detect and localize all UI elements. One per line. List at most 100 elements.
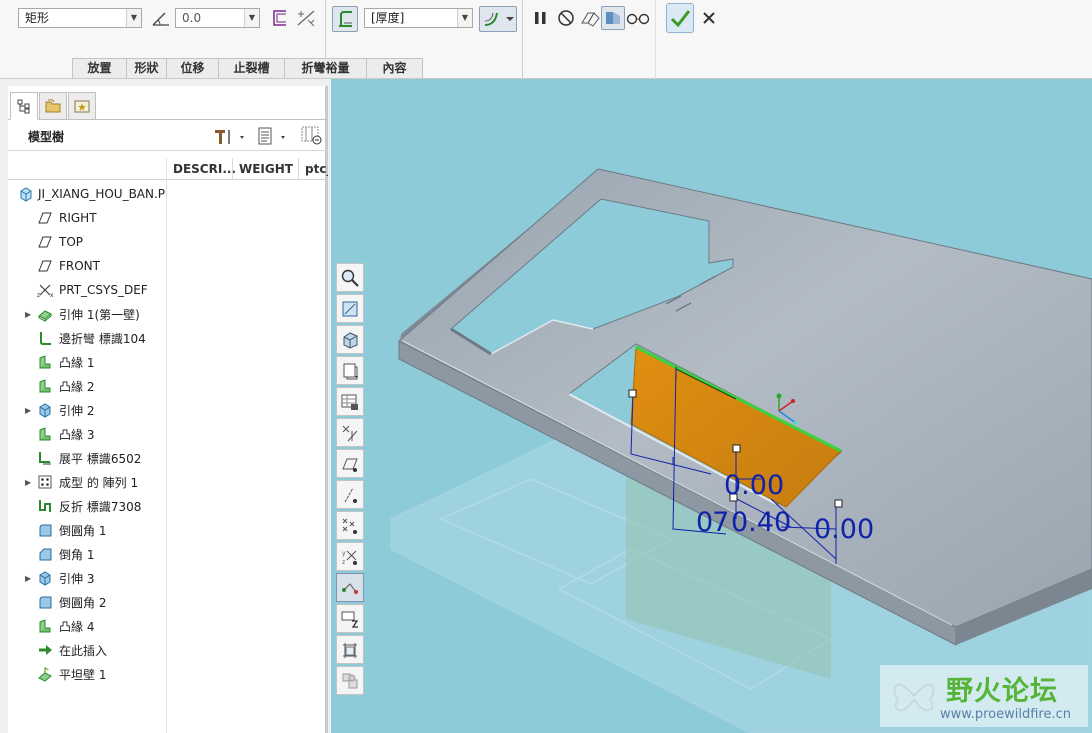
verify-mode-icon[interactable]	[601, 6, 625, 30]
tree-item[interactable]: RIGHT	[8, 206, 166, 230]
extrude-wall-icon	[37, 306, 53, 322]
angle-input[interactable]: 0.0 ▼	[175, 8, 260, 28]
tree-item[interactable]: z x PRT_CSYS_DEF	[8, 278, 166, 302]
flange-icon	[37, 426, 53, 442]
tree-filter-button[interactable]	[300, 125, 324, 147]
graphics-window[interactable]: 0.00 07 0.40 0.00	[331, 79, 1092, 733]
extrude-icon	[37, 402, 53, 418]
dimension-value[interactable]: 0.40	[731, 509, 791, 536]
tree-item[interactable]: 展平 標識6502	[8, 446, 166, 470]
tree-item-label: 展平 標識6502	[59, 451, 142, 466]
folder-browser-tab[interactable]	[39, 92, 67, 120]
list-document-icon	[258, 127, 285, 145]
tree-item[interactable]: 在此插入	[8, 638, 166, 662]
bend-radius-option-icon[interactable]	[479, 6, 517, 32]
glasses-preview-icon[interactable]	[626, 6, 650, 30]
chevron-down-icon[interactable]: ▼	[457, 9, 472, 27]
shape-select[interactable]: 矩形 ▼	[18, 8, 142, 28]
tab-placement[interactable]: 放置	[72, 58, 127, 78]
navigator-tabs	[8, 92, 328, 120]
tree-settings-button[interactable]	[212, 126, 248, 146]
tree-item[interactable]: 凸緣 3	[8, 422, 166, 446]
point-display-icon[interactable]	[336, 511, 364, 540]
plane-display-icon[interactable]	[336, 449, 364, 478]
expand-arrow-icon[interactable]: ▶	[25, 310, 33, 319]
tree-item[interactable]: 反折 標識7308	[8, 494, 166, 518]
refit-icon[interactable]	[336, 294, 364, 323]
round-icon	[37, 522, 53, 538]
confirm-button[interactable]	[666, 3, 694, 33]
annotation-display-icon[interactable]	[336, 573, 364, 602]
butterfly-logo-icon	[893, 683, 935, 712]
tab-shape[interactable]: 形狀	[126, 58, 167, 78]
dimension-value[interactable]: 0.00	[814, 516, 874, 543]
attached-preview-icon[interactable]	[578, 6, 602, 30]
dimension-value[interactable]: 0.00	[724, 472, 784, 499]
tree-item[interactable]: TOP	[8, 230, 166, 254]
column-description[interactable]: DESCRI...	[166, 158, 236, 179]
pattern-icon	[37, 474, 53, 490]
column-ptc[interactable]: ptc_	[298, 158, 328, 179]
pause-icon[interactable]	[528, 6, 552, 30]
tree-item[interactable]: JI_XIANG_HOU_BAN.P	[8, 182, 166, 206]
tree-item[interactable]: ▶ 引伸 3	[8, 566, 166, 590]
dimension-zero-overlap: 07	[696, 507, 729, 538]
model-tree-toolbar: 模型樹	[8, 121, 328, 151]
view-manager-icon[interactable]	[336, 387, 364, 416]
expand-arrow-icon[interactable]: ▶	[25, 406, 33, 415]
drag-handle[interactable]	[628, 389, 637, 398]
tree-item[interactable]: 凸緣 4	[8, 614, 166, 638]
tree-item[interactable]: ▶ 成型 的 陣列 1	[8, 470, 166, 494]
column-weight[interactable]: WEIGHT	[232, 158, 298, 179]
svg-text:*: *	[46, 667, 50, 675]
sheetmetal-dashboard: 矩形 ▼ 0.0 ▼ [厚度] ▼ 放置 形狀 位移 止裂槽 折彎裕量 內容	[0, 0, 1092, 79]
favorites-tab[interactable]	[68, 92, 96, 120]
tree-item[interactable]: * 平坦壁 1	[8, 662, 166, 686]
tab-bend-allowance[interactable]: 折彎裕量	[284, 58, 367, 78]
expand-arrow-icon[interactable]: ▶	[25, 574, 33, 583]
tree-item[interactable]: 凸緣 2	[8, 374, 166, 398]
flange-icon	[37, 378, 53, 394]
profile-bracket-icon[interactable]	[268, 6, 292, 30]
chevron-down-icon[interactable]: ▼	[126, 9, 141, 27]
tree-item-label: JI_XIANG_HOU_BAN.P	[38, 187, 166, 201]
shaded-display-icon[interactable]	[336, 325, 364, 354]
chevron-down-icon[interactable]: ▼	[244, 9, 259, 27]
spin-center-icon[interactable]	[336, 604, 364, 633]
tree-item[interactable]: ▶ 引伸 2	[8, 398, 166, 422]
flange-icon	[37, 354, 53, 370]
tree-item[interactable]: 倒圓角 1	[8, 518, 166, 542]
tab-relief[interactable]: 止裂槽	[218, 58, 285, 78]
zoom-icon[interactable]	[336, 263, 364, 292]
graphics-toolbar: yz	[336, 263, 366, 703]
tree-item[interactable]: FRONT	[8, 254, 166, 278]
tree-item-label: 引伸 1(第一壁)	[59, 307, 140, 322]
saved-orientation-icon[interactable]	[336, 356, 364, 385]
tree-item[interactable]: 倒角 1	[8, 542, 166, 566]
tab-properties[interactable]: 內容	[366, 58, 423, 78]
wall-thickness-side-icon[interactable]	[332, 6, 358, 32]
no-preview-icon[interactable]	[554, 6, 578, 30]
flip-direction-icon[interactable]	[294, 6, 318, 30]
axis-display-icon[interactable]	[336, 480, 364, 509]
appearance-icon[interactable]	[336, 666, 364, 695]
measure-icon[interactable]	[336, 635, 364, 664]
tree-item[interactable]: 倒圓角 2	[8, 590, 166, 614]
expand-arrow-icon[interactable]: ▶	[25, 478, 33, 487]
tree-item[interactable]: ▶ 引伸 1(第一壁)	[8, 302, 166, 326]
tree-item-label: 凸緣 4	[59, 619, 95, 634]
angle-value: 0.0	[182, 11, 202, 25]
tab-offset[interactable]: 位移	[166, 58, 219, 78]
csys-display-icon[interactable]: yz	[336, 542, 364, 571]
thickness-select[interactable]: [厚度] ▼	[364, 8, 473, 28]
datum-display-icon[interactable]	[336, 418, 364, 447]
tree-item[interactable]: 凸緣 1	[8, 350, 166, 374]
tree-item[interactable]: 邊折彎 標識104	[8, 326, 166, 350]
drag-handle[interactable]	[834, 499, 843, 508]
drag-handle[interactable]	[732, 444, 741, 453]
cancel-button[interactable]	[697, 6, 721, 30]
column-divider	[166, 158, 167, 733]
model-tree-tab[interactable]	[10, 92, 38, 120]
tree-item-label: 引伸 3	[59, 571, 95, 586]
tree-show-button[interactable]	[256, 126, 292, 146]
